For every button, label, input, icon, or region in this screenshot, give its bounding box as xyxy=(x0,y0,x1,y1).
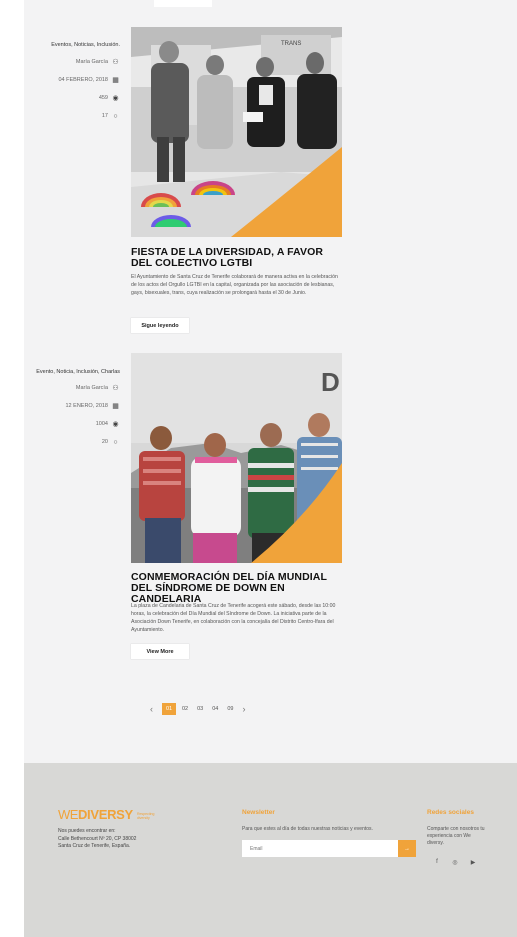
pagination: ‹ 01 02 03 04 09 › xyxy=(150,703,255,715)
social-text: Comparte con nosotros tu experiencia con… xyxy=(427,826,485,846)
post-comments[interactable]: 20 xyxy=(102,439,108,446)
facebook-icon[interactable]: f xyxy=(428,859,446,866)
image-sign-text: D xyxy=(321,367,340,397)
social-heading: Redes sociales xyxy=(427,809,474,816)
comment-icon: ○ xyxy=(113,113,118,120)
newsletter-submit-button[interactable]: → xyxy=(398,840,416,857)
post-author[interactable]: María García xyxy=(76,385,108,392)
footer: WE DIVERSY Respecting diversity Nos pued… xyxy=(24,763,517,937)
post-views-row: 1004 ◉ xyxy=(24,421,120,428)
eye-icon: ◉ xyxy=(112,95,119,102)
instagram-icon[interactable]: ◎ xyxy=(446,859,464,866)
post-title[interactable]: CONMEMORACIÓN DEL DÍA MUNDIAL DEL SÍNDRO… xyxy=(131,572,346,605)
post-views: 459 xyxy=(98,95,108,101)
social-icons: f ◎ ▶ xyxy=(428,859,482,866)
photo-group-outdoors: D xyxy=(131,353,342,563)
page-link[interactable]: 02 xyxy=(182,706,188,712)
address-line: Nos puedes encontrar en: xyxy=(58,828,116,834)
prev-page-arrow[interactable]: ‹ xyxy=(150,704,153,714)
post-title[interactable]: FIESTA DE LA DIVERSIDAD, A FAVOR DEL COL… xyxy=(131,247,346,269)
post-date-row: 04 FEBRERO, 2018 ▦ xyxy=(24,77,120,84)
youtube-icon[interactable]: ▶ xyxy=(464,859,482,866)
post-excerpt: La plaza de Candelaria de Santa Cruz de … xyxy=(131,603,336,633)
address-line: Santa Cruz de Tenerife, España. xyxy=(58,843,131,849)
post-date-row: 12 ENERO, 2018 ▦ xyxy=(24,403,120,410)
user-icon: ⚇ xyxy=(112,385,119,392)
user-icon: ⚇ xyxy=(112,59,119,66)
next-page-arrow[interactable]: › xyxy=(243,704,246,714)
footer-address: Nos puedes encontrar en: Calle Bethencou… xyxy=(58,828,208,851)
page-link[interactable]: 04 xyxy=(212,706,218,712)
newsletter-text: Para que estes al día de todas nuestras … xyxy=(242,826,373,832)
page-link-active[interactable]: 01 xyxy=(162,703,176,715)
post-date: 04 FEBRERO, 2018 xyxy=(58,77,108,83)
post-comments[interactable]: 17 xyxy=(102,113,108,120)
post-categories[interactable]: Eventos, Noticias, Inclusión. xyxy=(24,42,120,49)
post-image[interactable]: TRANS xyxy=(131,27,342,237)
image-sign-text: TRANS xyxy=(281,41,301,47)
read-more-button[interactable]: View More xyxy=(131,644,189,659)
post-image[interactable]: D xyxy=(131,353,342,563)
post-author[interactable]: María García xyxy=(76,59,108,66)
post-comments-row[interactable]: 20 ○ xyxy=(24,439,120,446)
calendar-icon: ▦ xyxy=(112,403,119,410)
comment-icon: ○ xyxy=(113,439,118,446)
logo-tagline: Respecting diversity xyxy=(136,812,155,820)
photo-pride-event: TRANS xyxy=(131,27,342,237)
logo-we: WE xyxy=(58,807,78,822)
post-views-row: 459 ◉ xyxy=(24,95,120,102)
logo-diversy: DIVERSY xyxy=(77,807,133,822)
page-link[interactable]: 03 xyxy=(197,706,203,712)
post-meta: Evento, Noticia, Inclusión, Charlas Marí… xyxy=(24,369,120,457)
post-meta: Eventos, Noticias, Inclusión. María Garc… xyxy=(24,42,120,131)
read-more-button[interactable]: Sigue leyendo xyxy=(131,318,189,333)
page-link[interactable]: 09 xyxy=(227,706,233,712)
eye-icon: ◉ xyxy=(112,421,119,428)
post-excerpt: El Ayuntamiento de Santa Cruz de Tenerif… xyxy=(131,274,338,296)
post-author-row[interactable]: María García ⚇ xyxy=(24,385,120,392)
post-views: 1004 xyxy=(95,421,108,427)
footer-logo[interactable]: WE DIVERSY Respecting diversity xyxy=(58,807,163,822)
address-line: Calle Bethencourt Nº 20, CP 38002 xyxy=(58,835,137,842)
newsletter-email-input[interactable] xyxy=(242,840,398,857)
post-author-row[interactable]: María García ⚇ xyxy=(24,59,120,66)
post-comments-row[interactable]: 17 ○ xyxy=(24,113,120,120)
post-date: 12 ENERO, 2018 xyxy=(65,403,109,409)
calendar-icon: ▦ xyxy=(112,77,119,84)
newsletter-heading: Newsletter xyxy=(242,809,275,816)
post-categories[interactable]: Evento, Noticia, Inclusión, Charlas xyxy=(24,369,120,376)
previous-post-button-edge[interactable] xyxy=(154,0,212,7)
